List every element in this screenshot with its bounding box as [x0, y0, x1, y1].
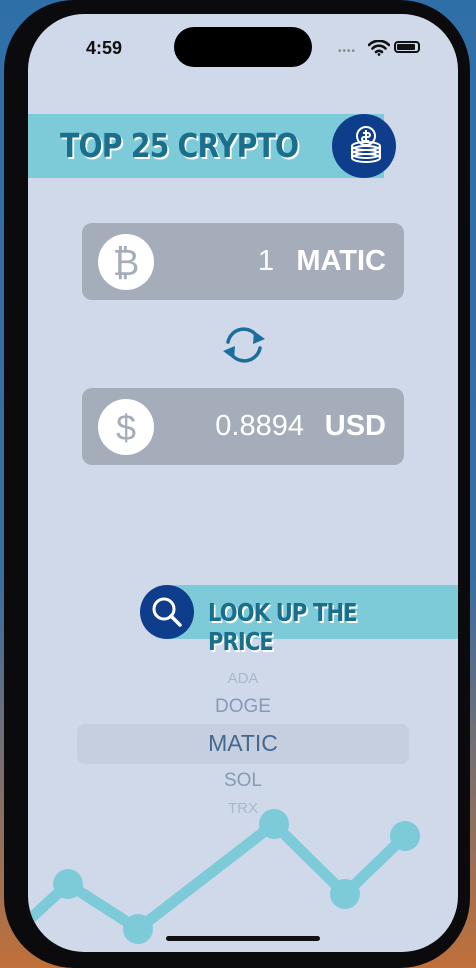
crypto-amount-value: 1 [257, 245, 274, 277]
picker-item-doge[interactable]: DOGE [77, 696, 409, 718]
search-icon[interactable] [140, 585, 194, 639]
app-screen: 4:59 •••• TOP 25 CRYPTO ₿ 1 MATIC $ 0.88… [28, 14, 458, 952]
dollar-icon: $ [98, 399, 154, 455]
bitcoin-icon: ₿ [98, 234, 154, 290]
fiat-amount-value: 0.8894 [215, 410, 304, 442]
app-title: TOP 25 CRYPTO [60, 126, 299, 165]
wifi-icon [368, 40, 390, 56]
coins-icon [332, 114, 396, 178]
home-indicator[interactable] [166, 936, 320, 941]
picker-item-matic[interactable]: MATIC [77, 730, 409, 757]
crypto-symbol: MATIC [296, 245, 386, 277]
dynamic-island [174, 27, 312, 67]
picker-item-ada[interactable]: ADA [77, 670, 409, 687]
decorative-line-graph [28, 809, 420, 944]
fiat-amount-field[interactable]: $ 0.8894 USD [82, 388, 404, 465]
status-time: 4:59 [86, 38, 123, 58]
device-frame: 4:59 •••• TOP 25 CRYPTO ₿ 1 MATIC $ 0.88… [4, 0, 470, 968]
crypto-amount-field[interactable]: ₿ 1 MATIC [82, 223, 404, 300]
lookup-price-label[interactable]: LOOK UP THE PRICE [208, 598, 418, 656]
signal-icon: •••• [338, 46, 357, 57]
fiat-symbol: USD [324, 410, 386, 442]
swap-arrows-icon[interactable] [218, 322, 270, 368]
battery-icon [394, 41, 420, 53]
